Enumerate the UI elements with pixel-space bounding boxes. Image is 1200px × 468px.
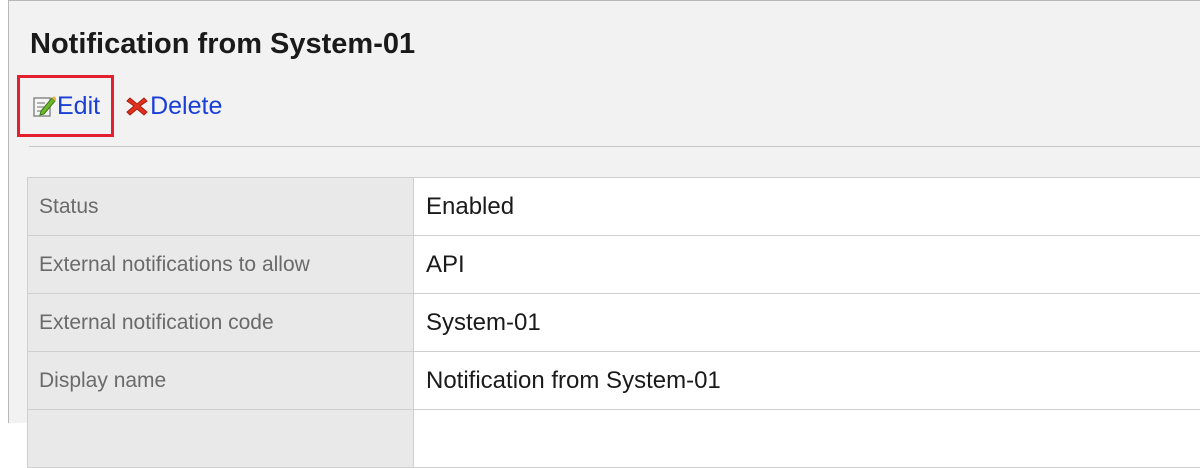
edit-pencil-icon — [32, 94, 56, 118]
table-row — [28, 410, 1200, 468]
delete-label: Delete — [150, 92, 222, 121]
edit-button[interactable]: Edit — [17, 75, 114, 137]
section-divider — [29, 146, 1200, 147]
table-row: External notification code System-01 — [28, 294, 1200, 352]
notification-code-value: System-01 — [414, 294, 1200, 352]
row-label-notification-code: External notification code — [28, 294, 414, 352]
detail-table: Status Enabled External notifications to… — [27, 177, 1200, 468]
edit-label: Edit — [57, 92, 100, 121]
external-notifications-value: API — [414, 236, 1200, 294]
delete-x-icon — [125, 94, 149, 118]
action-bar: Edit Delete — [17, 73, 222, 139]
row-value-empty — [414, 410, 1200, 468]
display-name-value: Notification from System-01 — [414, 352, 1200, 410]
row-label-status: Status — [28, 178, 414, 236]
detail-panel: Notification from System-01 Edit — [8, 0, 1200, 423]
table-row: Status Enabled — [28, 178, 1200, 236]
table-row: Display name Notification from System-01 — [28, 352, 1200, 410]
row-label-external-notifications: External notifications to allow — [28, 236, 414, 294]
row-label-display-name: Display name — [28, 352, 414, 410]
row-label-empty — [28, 410, 414, 468]
table-row: External notifications to allow API — [28, 236, 1200, 294]
page-title: Notification from System-01 — [30, 28, 415, 61]
status-value: Enabled — [414, 178, 1200, 236]
delete-button[interactable]: Delete — [125, 92, 222, 121]
